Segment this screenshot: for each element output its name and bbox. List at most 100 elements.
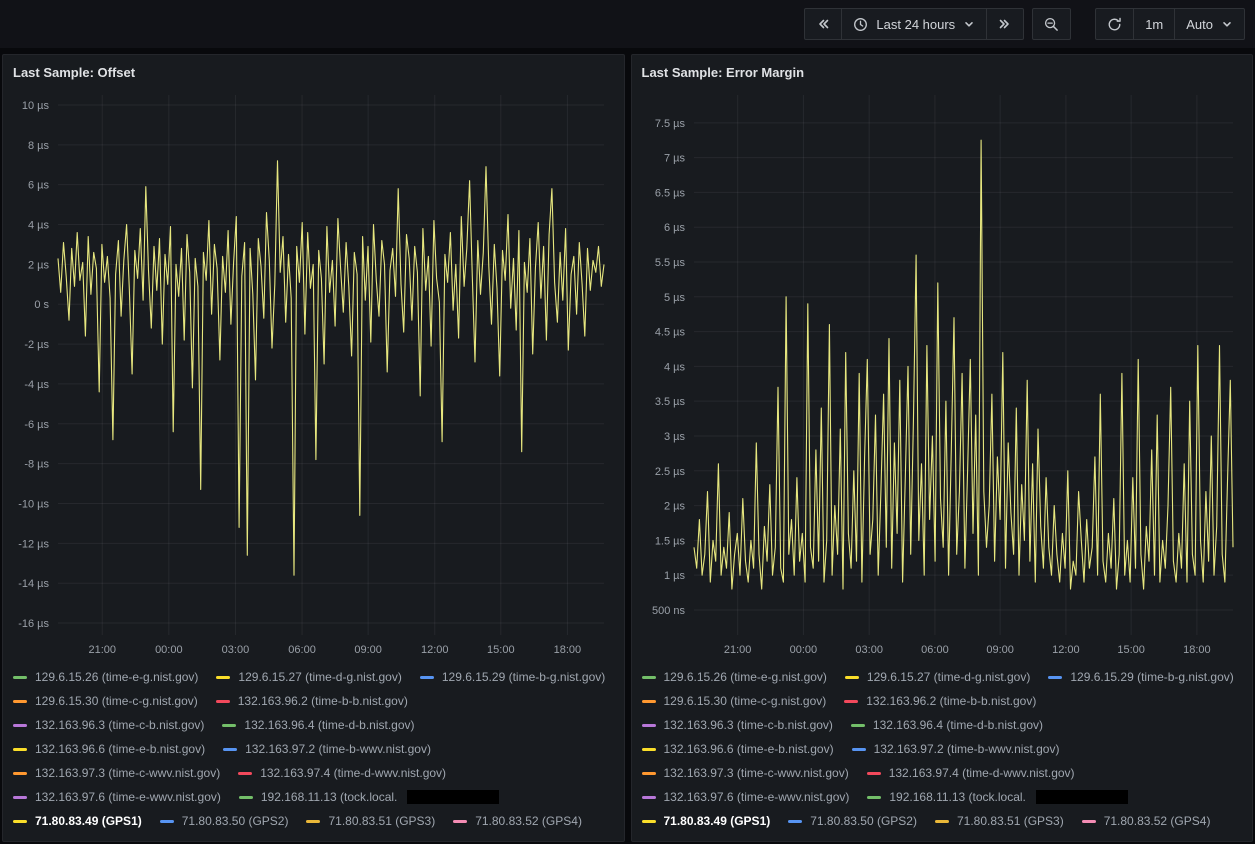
svg-text:-12 µs: -12 µs (18, 538, 49, 550)
legend-item[interactable]: 71.80.83.51 (GPS3) (934, 813, 1064, 829)
svg-text:4 µs: 4 µs (28, 220, 50, 232)
legend-item[interactable]: 71.80.83.50 (GPS2) (788, 813, 917, 829)
legend-item[interactable]: 132.163.96.6 (time-e-b.nist.gov) (641, 741, 834, 757)
legend-item[interactable]: 129.6.15.29 (time-b-g.nist.gov) (1048, 669, 1234, 685)
svg-text:-6 µs: -6 µs (24, 419, 49, 431)
svg-text:0 s: 0 s (34, 299, 49, 311)
legend-series-label: 71.80.83.51 (GPS3) (328, 814, 436, 828)
legend-item[interactable]: 132.163.97.2 (time-b-wwv.nist.gov) (851, 741, 1060, 757)
time-series-plot[interactable]: 7.5 µs 7 µs 6.5 µs 6 µs 5.5 µs 5 µs 4.5 µs 4 µs… (642, 85, 1243, 661)
svg-text:1.5 µs: 1.5 µs (654, 535, 685, 547)
legend-item[interactable]: 132.163.96.4 (time-d-b.nist.gov) (850, 717, 1044, 733)
legend-item[interactable]: 129.6.15.26 (time-e-g.nist.gov) (641, 669, 827, 685)
error-margin-chart[interactable]: 7.5 µs 7 µs 6.5 µs 6 µs 5.5 µs 5 µs 4.5 µs 4 µs… (642, 85, 1243, 661)
legend-item[interactable]: 129.6.15.30 (time-c-g.nist.gov) (641, 693, 827, 709)
legend-item[interactable]: 132.163.96.2 (time-b-b.nist.gov) (844, 693, 1036, 709)
legend-series-label: 129.6.15.29 (time-b-g.nist.gov) (441, 670, 606, 684)
legend-series-label: 132.163.97.2 (time-b-wwv.nist.gov) (873, 742, 1060, 756)
legend-item[interactable]: 132.163.97.3 (time-c-wwv.nist.gov) (641, 765, 849, 781)
legend-series-label: 132.163.96.4 (time-d-b.nist.gov) (872, 718, 1044, 732)
legend-item[interactable]: 71.80.83.50 (GPS2) (159, 813, 288, 829)
refresh-button[interactable] (1095, 8, 1135, 40)
legend-series-marker (13, 675, 27, 679)
legend-series-label: 132.163.97.3 (time-c-wwv.nist.gov) (35, 766, 221, 780)
legend-item[interactable]: 71.80.83.52 (GPS4) (1081, 813, 1210, 829)
time-series-plot[interactable]: 10 µs 8 µs 6 µs 4 µs 2 µs 0 s -2 µs -4 µs -6 µs -… (13, 85, 614, 661)
refresh-group: 1m Auto (1095, 8, 1245, 40)
svg-text:15:00: 15:00 (1117, 644, 1145, 656)
legend-series-label: 132.163.97.3 (time-c-wwv.nist.gov) (663, 766, 849, 780)
legend-item[interactable]: 132.163.97.4 (time-d-wwv.nist.gov) (238, 765, 446, 781)
grafana-dashboard: { "toolbar": { "time_range_label": "Last… (0, 0, 1255, 844)
legend-item[interactable]: 132.163.96.3 (time-c-b.nist.gov) (641, 717, 833, 733)
legend-series-label: 129.6.15.30 (time-c-g.nist.gov) (663, 694, 827, 708)
legend-item[interactable]: 132.163.97.2 (time-b-wwv.nist.gov) (223, 741, 431, 757)
legend-item[interactable]: 129.6.15.26 (time-e-g.nist.gov) (13, 669, 198, 685)
legend-item[interactable]: 132.163.97.3 (time-c-wwv.nist.gov) (13, 765, 220, 781)
redaction-box (407, 790, 500, 804)
legend-series-marker (641, 675, 656, 679)
legend-series-marker (306, 819, 321, 823)
legend-item[interactable]: 132.163.97.4 (time-d-wwv.nist.gov) (866, 765, 1075, 781)
svg-text:00:00: 00:00 (155, 644, 183, 656)
legend-item[interactable]: 132.163.96.4 (time-d-b.nist.gov) (222, 717, 415, 733)
panel-offset: Last Sample: Offset 10 µs 8 µs 6 µs 4 µs 2 µ… (2, 54, 625, 842)
legend-series-label: 132.163.96.6 (time-e-b.nist.gov) (35, 742, 206, 756)
legend-series-marker (844, 699, 859, 703)
legend-item[interactable]: 71.80.83.49 (GPS1) (641, 813, 770, 829)
legend-series-marker (159, 819, 174, 823)
legend-series-marker (641, 723, 656, 727)
legend-item[interactable]: 132.163.97.6 (time-e-wwv.nist.gov) (641, 789, 849, 805)
panel-title-error-margin[interactable]: Last Sample: Error Margin (642, 61, 1243, 85)
legend-series-marker (13, 699, 27, 703)
legend-item[interactable]: 132.163.96.6 (time-e-b.nist.gov) (13, 741, 205, 757)
legend-series-marker (850, 723, 865, 727)
svg-text:03:00: 03:00 (855, 644, 883, 656)
svg-text:09:00: 09:00 (986, 644, 1014, 656)
legend-item[interactable]: 132.163.96.3 (time-c-b.nist.gov) (13, 717, 204, 733)
legend-item[interactable]: 129.6.15.27 (time-d-g.nist.gov) (844, 669, 1030, 685)
svg-text:6 µs: 6 µs (28, 180, 50, 192)
legend-series-label: 71.80.83.52 (GPS4) (475, 814, 582, 828)
clock-icon (853, 17, 868, 32)
zoom-out-button[interactable] (1032, 8, 1072, 40)
legend-series-marker (641, 747, 656, 751)
svg-text:12:00: 12:00 (421, 644, 449, 656)
time-range-group: Last 24 hours (804, 8, 1025, 40)
dashboard-body: Last Sample: Offset 10 µs 8 µs 6 µs 4 µs 2 µ… (0, 48, 1255, 844)
legend-series-marker (641, 795, 656, 799)
legend-series-label: 132.163.97.6 (time-e-wwv.nist.gov) (35, 790, 221, 804)
legend-item[interactable]: 129.6.15.27 (time-d-g.nist.gov) (216, 669, 402, 685)
legend-series-label: 132.163.97.2 (time-b-wwv.nist.gov) (245, 742, 431, 756)
time-shift-back-button[interactable] (804, 8, 843, 40)
refresh-interval-button[interactable]: 1m (1133, 8, 1176, 40)
legend-item[interactable]: 192.168.11.13 (tock.local. (867, 789, 1128, 805)
legend-series-label: 71.80.83.50 (GPS2) (810, 814, 917, 828)
legend-item[interactable]: 192.168.11.13 (tock.local. (238, 789, 500, 805)
legend-series-label: 132.163.96.2 (time-b-b.nist.gov) (866, 694, 1037, 708)
panel-title-offset[interactable]: Last Sample: Offset (13, 61, 614, 85)
legend-series-marker (222, 723, 237, 727)
offset-chart[interactable]: 10 µs 8 µs 6 µs 4 µs 2 µs 0 s -2 µs -4 µs -6 µs -… (13, 85, 614, 661)
legend-series-marker (13, 747, 27, 751)
legend-series-marker (867, 795, 882, 799)
legend-item[interactable]: 71.80.83.51 (GPS3) (306, 813, 435, 829)
time-range-picker[interactable]: Last 24 hours (841, 8, 988, 40)
legend-item[interactable]: 129.6.15.29 (time-b-g.nist.gov) (419, 669, 606, 685)
legend-item[interactable]: 129.6.15.30 (time-c-g.nist.gov) (13, 693, 198, 709)
svg-text:5 µs: 5 µs (663, 292, 685, 304)
legend-item[interactable]: 71.80.83.49 (GPS1) (13, 813, 142, 829)
time-shift-forward-button[interactable] (986, 8, 1025, 40)
svg-text:-8 µs: -8 µs (24, 459, 49, 471)
svg-text:7 µs: 7 µs (663, 153, 685, 165)
svg-text:2.5 µs: 2.5 µs (654, 466, 685, 478)
legend-item[interactable]: 132.163.97.6 (time-e-wwv.nist.gov) (13, 789, 221, 805)
svg-text:6.5 µs: 6.5 µs (654, 187, 685, 199)
svg-text:21:00: 21:00 (723, 644, 751, 656)
legend-series-marker (1048, 675, 1063, 679)
auto-refresh-picker[interactable]: Auto (1174, 8, 1245, 40)
legend-item[interactable]: 132.163.96.2 (time-b-b.nist.gov) (215, 693, 408, 709)
svg-text:-14 µs: -14 µs (18, 578, 49, 590)
legend-item[interactable]: 71.80.83.52 (GPS4) (453, 813, 582, 829)
legend-series-marker (934, 819, 949, 823)
